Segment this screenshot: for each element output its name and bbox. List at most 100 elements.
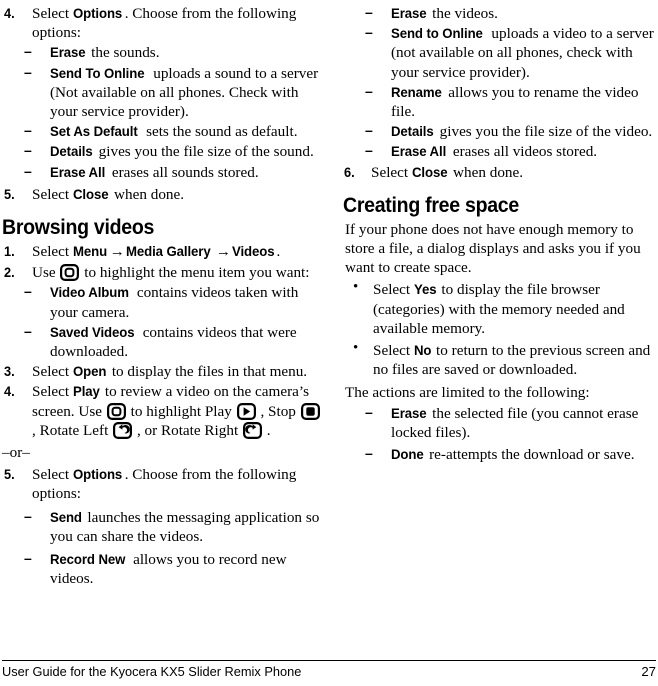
list-item-text-before: Select: [373, 281, 411, 299]
step-text-after: to highlight the menu item you want:: [84, 264, 310, 282]
list-item-text: re-attempts the download or save.: [425, 446, 635, 464]
step-text-after: when done.: [449, 163, 524, 181]
step-text-stop: , Stop: [260, 402, 296, 420]
right-column: – Erase the videos. – Send to Online upl…: [329, 0, 658, 648]
ui-term-record-new: Record New: [50, 551, 126, 568]
ui-term-close: Close: [72, 185, 109, 202]
step-video-6: 6. Select Close when done.: [343, 163, 656, 182]
dash-marker: –: [365, 82, 373, 99]
dash-marker: –: [24, 550, 32, 567]
step-text-before: Select: [32, 243, 70, 261]
rotate-left-icon: [113, 421, 133, 439]
list-item: – Send to Online uploads a video to a se…: [343, 24, 656, 82]
list-item-text: gives you the file size of the sound.: [94, 143, 314, 161]
ui-term-erase-all: Erase All: [391, 143, 447, 160]
list-item: – Details gives you the file size of the…: [343, 122, 656, 141]
page-footer: User Guide for the Kyocera KX5 Slider Re…: [2, 664, 656, 686]
ui-term-details: Details: [50, 143, 93, 160]
ui-term-media-gallery: Media Gallery: [125, 243, 211, 260]
ui-term-videos: Videos: [231, 243, 275, 260]
stop-icon: [300, 402, 320, 420]
footer-divider: [2, 660, 656, 661]
dash-marker: –: [24, 283, 32, 300]
list-item: – Done re-attempts the download or save.: [343, 445, 656, 464]
dash-marker: –: [24, 63, 32, 80]
ui-term-details: Details: [391, 123, 434, 140]
list-item-text: erases all sounds stored.: [108, 163, 259, 181]
ui-term-send-to-online: Send To Online: [50, 64, 145, 81]
free-space-intro: If your phone does not have enough memor…: [345, 220, 641, 277]
dash-marker: –: [24, 322, 32, 339]
navigation-key-icon: [60, 264, 80, 282]
ui-term-send-to-online: Send to Online: [391, 25, 483, 42]
step-text-rotate-right: , or Rotate Right: [136, 421, 239, 439]
ui-term-set-as-default: Set As Default: [50, 123, 138, 140]
step-text-before: Select: [32, 5, 70, 22]
ui-term-send: Send: [50, 508, 82, 525]
step-number: 1.: [4, 244, 15, 260]
two-column-body: 4. Select Options. Choose from the follo…: [0, 0, 658, 648]
ui-term-rename: Rename: [391, 83, 442, 100]
dash-marker: –: [365, 122, 373, 139]
list-item: – Erase the videos.: [343, 4, 656, 23]
dash-marker: –: [365, 142, 373, 159]
dash-marker: –: [365, 4, 373, 20]
ui-term-yes: Yes: [413, 281, 437, 298]
rotate-right-icon: [242, 421, 262, 439]
step-browse-2: 2. Use to highlight the menu item you wa…: [2, 263, 321, 282]
list-item: – Send To Online uploads a sound to a se…: [2, 64, 321, 122]
list-item: – Erase the sounds.: [2, 43, 321, 62]
arrow-separator: →: [215, 244, 231, 261]
step-number: 5.: [4, 186, 15, 202]
dash-marker: –: [24, 142, 32, 159]
step-text-before: Select: [32, 185, 70, 203]
list-item: – Record New allows you to record new vi…: [2, 550, 321, 588]
heading-creating-free-space: Creating free space: [343, 193, 519, 217]
step-number: 4.: [4, 6, 15, 21]
step-text-after: .: [276, 243, 281, 261]
ui-term-open: Open: [72, 363, 107, 380]
list-item-text: launches the messaging application so yo…: [50, 508, 320, 545]
dash-marker: –: [24, 162, 32, 179]
step-text-after: when done.: [110, 185, 185, 203]
list-item: – Video Album contains videos taken with…: [2, 283, 321, 321]
list-item: – Rename allows you to rename the video …: [343, 83, 656, 121]
list-item-text: the sounds.: [87, 44, 160, 62]
dash-marker: –: [24, 507, 32, 524]
play-icon: [236, 402, 256, 420]
left-column: 4. Select Options. Choose from the follo…: [0, 0, 329, 648]
step-browse-4: 4. Select Play to review a video on the …: [2, 382, 321, 440]
step-text-before: Use: [32, 264, 56, 282]
ui-term-play: Play: [72, 383, 100, 400]
step-browse-5: 5. Select Options. Choose from the follo…: [2, 465, 321, 503]
dash-marker: –: [365, 403, 373, 420]
step-number: 4.: [4, 384, 15, 400]
ui-term-options: Options: [72, 466, 123, 483]
ui-term-options: Options: [72, 5, 123, 21]
step-text-after: . Choose from the following options:: [32, 5, 297, 42]
heading-browsing-videos: Browsing videos: [2, 216, 155, 240]
step-text-before: Select: [371, 163, 409, 181]
list-item-text: gives you the file size of the video.: [435, 123, 653, 141]
manual-page: 4. Select Options. Choose from the follo…: [0, 0, 658, 686]
step-number: 5.: [4, 467, 15, 483]
list-item: – Erase All erases all sounds stored.: [2, 163, 321, 182]
actions-intro: The actions are limited to the following…: [345, 384, 590, 402]
ui-term-erase: Erase: [391, 404, 427, 421]
dash-marker: –: [24, 122, 32, 139]
ui-term-video-album: Video Album: [50, 284, 129, 301]
list-item-text: erases all videos stored.: [449, 143, 598, 161]
list-item-text-after: to display the file browser (categories)…: [373, 281, 625, 337]
bullet-marker: •: [353, 279, 359, 296]
step-sounds-5: 5. Select Close when done.: [2, 185, 321, 204]
list-item: • Select No to return to the previous sc…: [343, 340, 656, 379]
ui-term-menu: Menu: [72, 243, 107, 260]
list-item: • Select Yes to display the file browser…: [343, 279, 656, 338]
step-number: 3.: [4, 364, 15, 380]
or-separator: –or–: [2, 444, 30, 462]
step-number: 2.: [4, 265, 15, 281]
list-item: – Saved Videos contains videos that were…: [2, 323, 321, 361]
ui-term-erase-all: Erase All: [50, 163, 106, 180]
navigation-key-icon: [106, 402, 126, 420]
list-item: – Send launches the messaging applicatio…: [2, 508, 321, 546]
